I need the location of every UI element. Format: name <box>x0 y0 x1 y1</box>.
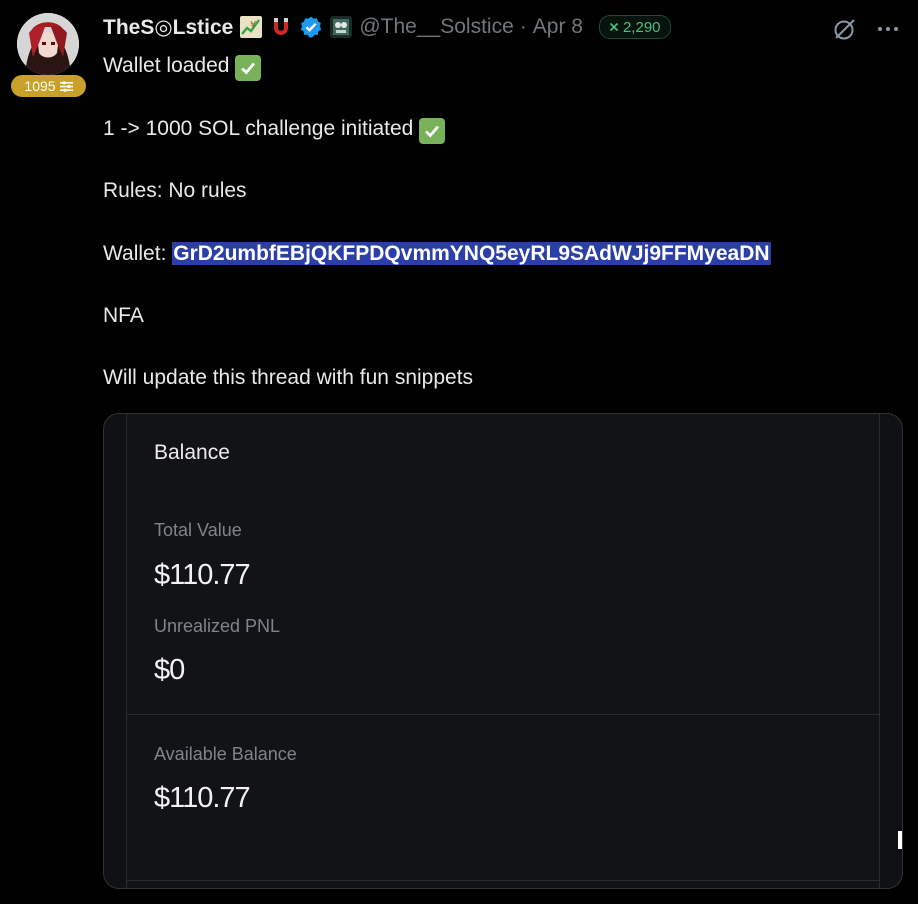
check-mark-icon <box>235 55 262 81</box>
score-value: 1095 <box>24 78 56 94</box>
panel-divider <box>127 714 879 715</box>
verified-badge-icon[interactable] <box>299 15 323 39</box>
x-close-icon <box>609 22 619 32</box>
check-mark-icon <box>419 118 446 144</box>
sliders-icon <box>59 80 73 92</box>
score-badge[interactable]: 1095 <box>11 75 86 97</box>
avatar[interactable] <box>17 13 79 75</box>
counter-pill[interactable]: 2,290 <box>598 15 671 39</box>
grok-icon[interactable] <box>832 16 858 42</box>
magnet-emoji-icon <box>269 15 293 39</box>
media-image-card[interactable]: Balance Total Value $110.77 Unrealized P… <box>103 413 903 889</box>
scrollbar-marker <box>898 831 902 849</box>
tweet-line-rules: Rules: No rules <box>103 179 247 202</box>
available-balance-label: Available Balance <box>154 744 297 764</box>
counter-value: 2,290 <box>622 18 661 36</box>
user-handle[interactable]: @The__Solstice <box>359 15 513 39</box>
chart-emoji-icon: ¥ <box>239 15 263 39</box>
wallet-label: Wallet: <box>103 242 167 265</box>
tweet-line-challenge: 1 -> 1000 SOL challenge initiated <box>103 116 446 144</box>
separator-dot: · <box>519 15 527 38</box>
available-balance-amount: $110.77 <box>154 782 251 814</box>
post-date[interactable]: Apr 8 <box>533 15 583 39</box>
tweet-line-wallet: Wallet: GrD2umbfEBjQKFPDQvmmYNQ5eyRL9SAd… <box>103 241 771 267</box>
total-value-amount: $110.77 <box>154 559 251 591</box>
more-options-icon[interactable] <box>875 16 901 42</box>
tweet-text-1: Wallet loaded <box>103 54 230 77</box>
balance-title: Balance <box>154 441 230 464</box>
tweet-line-update: Will update this thread with fun snippet… <box>103 366 474 389</box>
affiliate-avatar-icon[interactable] <box>329 15 353 39</box>
unrealized-pnl-label: Unrealized PNL <box>154 616 281 636</box>
tweet-line-nfa: NFA <box>103 304 144 327</box>
wallet-address-selected[interactable]: GrD2umbfEBjQKFPDQvmmYNQ5eyRL9SAdWJj9FFMy… <box>172 242 771 265</box>
total-value-label: Total Value <box>154 520 242 540</box>
display-name[interactable]: TheS◎Lstice <box>103 15 233 40</box>
panel-bottom-divider <box>127 880 879 881</box>
tweet-header: TheS◎Lstice ¥ @The__Solstice · Apr 8 2,2… <box>103 12 671 42</box>
tweet-text-2: 1 -> 1000 SOL challenge initiated <box>103 117 414 140</box>
svg-text:¥: ¥ <box>250 20 256 31</box>
tweet-line-wallet-loaded: Wallet loaded <box>103 53 262 81</box>
balance-panel: Balance Total Value $110.77 Unrealized P… <box>126 414 880 888</box>
avatar-image <box>17 13 79 75</box>
unrealized-pnl-amount: $0 <box>154 654 185 686</box>
